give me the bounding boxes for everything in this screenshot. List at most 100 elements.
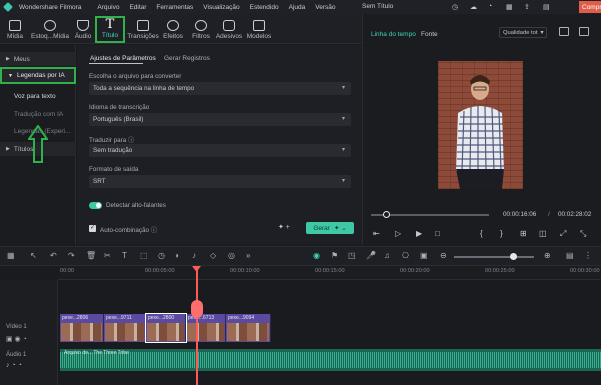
layout-icon[interactable]: ▤ (543, 3, 550, 11)
caret-right-icon: ▶ (6, 146, 10, 152)
marker-icon[interactable]: ⚑ (331, 251, 338, 260)
stop-icon[interactable]: □ (435, 229, 440, 238)
info-icon[interactable]: ⓘ (128, 137, 134, 144)
menu-visualizacao[interactable]: Visualização (203, 4, 239, 11)
chevron-down-icon: ▾ (341, 178, 345, 184)
play-icon[interactable]: ▶ (416, 229, 422, 238)
undo-icon[interactable]: ↶ (50, 251, 57, 260)
tab-ajustes-parametros[interactable]: Ajustes de Parâmetros (90, 55, 156, 62)
notification-icon[interactable]: ◔ (488, 3, 492, 10)
video-clip[interactable]: pexe...2800 (145, 313, 187, 343)
layout-grid-icon[interactable]: ▦ (7, 251, 15, 260)
menu-estendido[interactable]: Estendido (250, 4, 279, 11)
templates-icon (253, 20, 265, 31)
scrubber-handle[interactable] (383, 211, 390, 218)
image-icon[interactable]: ▣ (420, 251, 428, 260)
zoom-slider[interactable] (454, 256, 534, 258)
video-clip[interactable]: pexe...9711 (104, 314, 146, 342)
tab-midia[interactable]: Mídia (4, 16, 26, 42)
music-icon[interactable]: ♫ (384, 251, 390, 260)
generate-button[interactable]: Gerar ✦ ⌄ (306, 222, 354, 234)
menu-ajuda[interactable]: Ajuda (289, 4, 306, 11)
video-track-label: Vídeo 1 (6, 324, 27, 330)
tab-adesivos[interactable]: Adesivos (216, 16, 242, 42)
buy-button[interactable]: Compr (579, 1, 601, 13)
output-format-select[interactable]: SRT ▾ (89, 175, 351, 188)
more-icon[interactable]: ⋮ (584, 251, 592, 260)
render-preview-icon[interactable]: ◳ (348, 251, 356, 260)
camera-icon[interactable]: ◫ (539, 229, 547, 238)
media-toolbar: Mídia Estoq...Mídia Áudio T Título Transi… (0, 14, 362, 44)
grid-icon[interactable]: ▦ (506, 3, 513, 11)
tab-titulo[interactable]: T Título (95, 16, 125, 43)
video-clip[interactable]: pexe...9094 (226, 314, 271, 342)
split-icon[interactable]: ✂ (104, 251, 111, 260)
account-icon[interactable]: ◷ (452, 3, 458, 11)
tab-fonte[interactable]: Fonte (421, 31, 438, 38)
tab-modelos[interactable]: Modelos (246, 16, 272, 42)
fullscreen-icon[interactable]: ⤢ (560, 229, 566, 239)
tab-gerar-registros[interactable]: Gerar Registros (164, 55, 210, 62)
mark-in-icon[interactable]: { (480, 229, 483, 238)
sidebar-item-meus[interactable]: ▶ Meus (0, 52, 76, 66)
delete-icon[interactable]: 🗑 (86, 251, 96, 260)
menu-arquivo[interactable]: Arquivo (97, 4, 119, 11)
ai-credits-icon[interactable]: ✦ + (278, 223, 300, 234)
tab-filtros[interactable]: Filtros (190, 16, 212, 42)
tab-audio[interactable]: Áudio (72, 16, 94, 42)
timeline-layout-icon[interactable]: ▤ (566, 251, 574, 260)
text-icon[interactable]: T (122, 251, 127, 260)
tab-transicoes[interactable]: Transições (127, 16, 159, 42)
sidebar-item-voz-para-texto[interactable]: Voz para texto (0, 89, 76, 103)
mic-icon[interactable]: 🎤 (366, 251, 376, 260)
color-icon[interactable]: ◑ (174, 251, 179, 260)
display-icon[interactable] (579, 27, 589, 36)
quality-dropdown[interactable]: Qualidade tot ▾ (499, 27, 547, 38)
prev-frame-icon[interactable]: ⇤ (373, 229, 380, 238)
mark-out-icon[interactable]: } (500, 229, 503, 238)
audio-clip[interactable]: Arquivo do... The Three Tribe (60, 349, 601, 371)
select-tool-icon[interactable]: ↖ (30, 251, 37, 260)
snap-icon[interactable]: ◉ (313, 251, 320, 260)
video-track-controls-icon[interactable]: ▣ ◉ ◔ (6, 335, 27, 343)
crop-icon[interactable]: ⬚ (140, 251, 148, 260)
zoom-in-icon[interactable]: ⊕ (544, 251, 551, 260)
export-icon[interactable]: ⇪ (524, 3, 530, 11)
redo-icon[interactable]: ↷ (68, 251, 75, 260)
speed-icon[interactable]: ◷ (158, 251, 165, 260)
language-select[interactable]: Português (Brasil) ▾ (89, 113, 351, 126)
translate-select[interactable]: Sem tradução ▾ (89, 144, 351, 157)
menu-editar[interactable]: Editar (129, 4, 146, 11)
video-clip[interactable]: pexe...2806 (60, 314, 104, 342)
tab-linha-do-tempo[interactable]: Linha do tempo (371, 31, 416, 38)
audio-waveform (60, 352, 601, 368)
menu-ferramentas[interactable]: Ferramentas (156, 4, 193, 11)
keyframe-icon[interactable]: ◇ (210, 251, 216, 260)
sidebar-item-legendas-ia[interactable]: ▼ Legendas por IA (0, 67, 76, 84)
info-icon[interactable]: ⓘ (151, 227, 157, 234)
tab-estoque-midia[interactable]: Estoq...Mídia (30, 16, 70, 42)
expand-icon[interactable]: ⤡ (580, 229, 586, 239)
playhead-handle[interactable] (191, 300, 203, 318)
menu-versao[interactable]: Versão (315, 4, 335, 11)
audio-clip-name: Arquivo do... The Three Tribe (64, 350, 129, 356)
zoom-slider-handle[interactable] (510, 253, 517, 260)
auto-match-checkbox[interactable]: ✓ (89, 225, 96, 232)
stabilize-icon[interactable]: ◎ (228, 251, 235, 260)
detect-speakers-toggle[interactable] (89, 202, 102, 209)
sidebar-item-traducao-ia[interactable]: Tradução com IA (0, 107, 76, 121)
video-clip[interactable]: pexe...6713 (186, 314, 226, 342)
zoom-out-icon[interactable]: ⊖ (440, 251, 447, 260)
play-back-icon[interactable]: ▷ (395, 229, 401, 238)
playhead[interactable] (196, 267, 198, 385)
file-select[interactable]: Toda a sequência na linha de tempo ▾ (89, 82, 351, 95)
ai-icon[interactable]: ⎔ (402, 251, 409, 260)
video-track: pexe...2806 pexe...9711 pexe...2800 pexe… (60, 313, 271, 343)
more-tools-icon[interactable]: » (246, 251, 250, 260)
snapshot-icon[interactable] (559, 27, 569, 36)
audio-track-controls-icon[interactable]: ♪ ◔ ◔ (6, 362, 22, 369)
audio-icon[interactable]: ♪ (192, 251, 196, 260)
tab-efeitos[interactable]: Efeitos (162, 16, 184, 42)
render-icon[interactable]: ⊞ (520, 229, 527, 238)
cloud-icon[interactable]: ☁ (470, 3, 477, 11)
